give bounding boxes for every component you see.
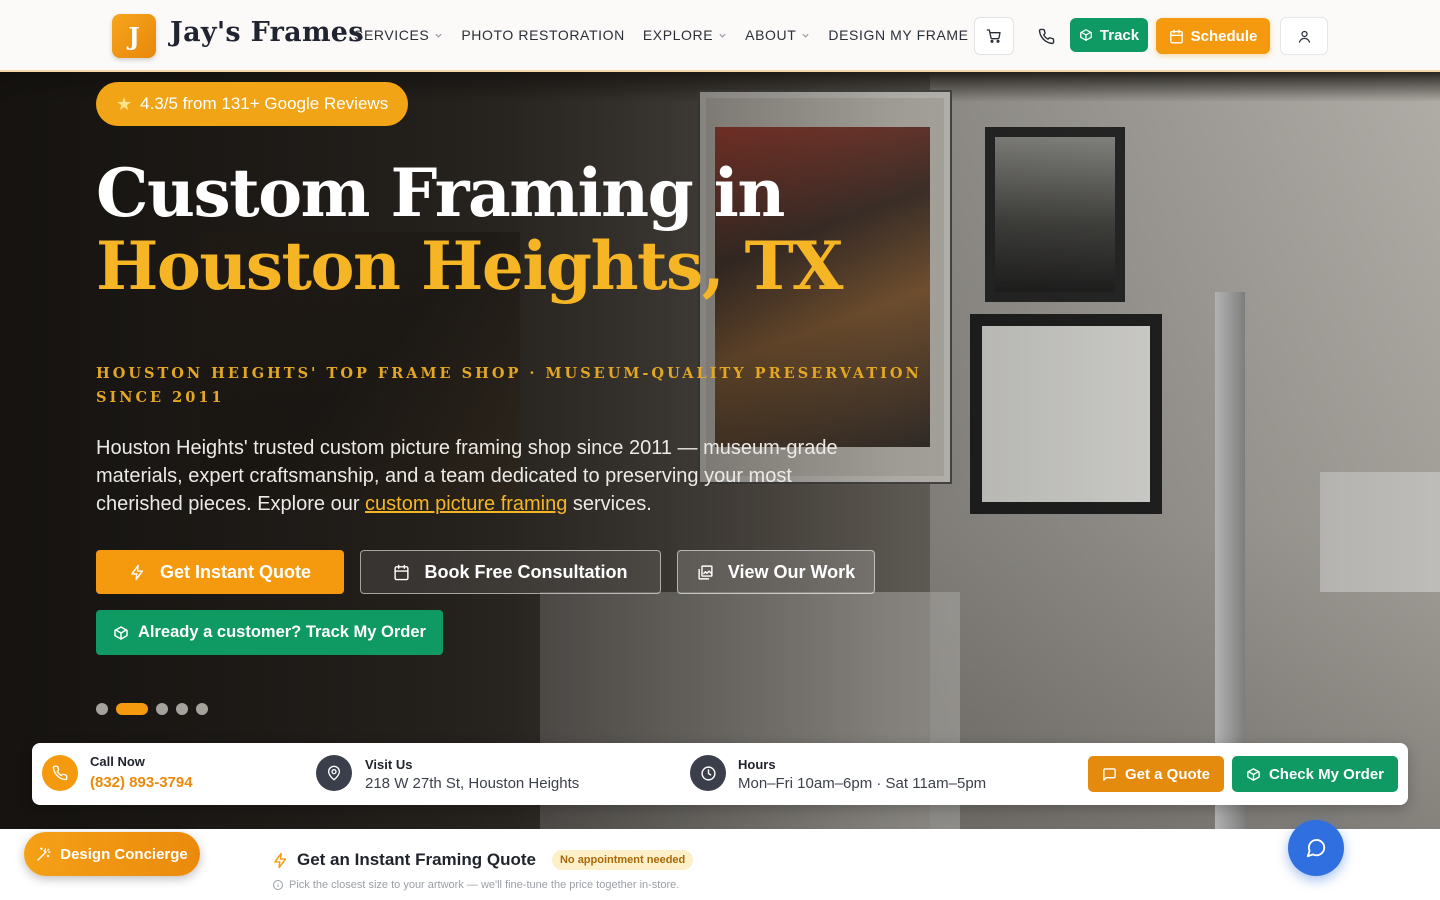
main-nav: SERVICES PHOTO RESTORATION EXPLORE ABOUT… xyxy=(354,27,983,43)
instant-quote-heading: Get an Instant Framing Quote No appointm… xyxy=(272,850,694,870)
nav-label: PHOTO RESTORATION xyxy=(461,27,625,43)
slide-dot-3[interactable] xyxy=(156,703,168,715)
calendar-icon xyxy=(1169,29,1183,43)
nav-item-design-my-frame[interactable]: DESIGN MY FRAME xyxy=(828,27,982,43)
hero-title: Custom Framing in Houston Heights, TX xyxy=(96,154,843,305)
hours-text: Mon–Fri 10am–6pm · Sat 11am–5pm xyxy=(738,775,987,792)
package-icon xyxy=(114,625,128,640)
hero-description: Houston Heights' trusted custom picture … xyxy=(96,434,866,518)
nav-label: ABOUT xyxy=(745,27,797,43)
hero-description-end: services. xyxy=(567,493,652,515)
slide-indicators xyxy=(96,703,208,715)
chat-button[interactable] xyxy=(1288,820,1344,876)
phone-icon xyxy=(52,765,68,781)
rating-text: 4.3/5 from 131+ Google Reviews xyxy=(140,94,389,113)
site-header: J Jay's Frames SERVICES PHOTO RESTORATIO… xyxy=(0,0,1440,72)
schedule-button[interactable]: Schedule xyxy=(1156,18,1270,54)
custom-framing-link[interactable]: custom picture framing xyxy=(365,493,567,515)
hours-title: Hours xyxy=(738,757,776,772)
chevron-down-icon xyxy=(802,33,810,38)
cart-button[interactable] xyxy=(974,17,1014,55)
slide-dot-5[interactable] xyxy=(196,703,208,715)
nav-label: SERVICES xyxy=(354,27,430,43)
track-label: Track xyxy=(1099,26,1140,44)
lightning-icon xyxy=(274,852,287,868)
call-title: Call Now xyxy=(90,754,145,769)
slide-dot-4[interactable] xyxy=(176,703,188,715)
nav-item-services[interactable]: SERVICES xyxy=(354,27,443,43)
no-appointment-badge: No appointment needed xyxy=(551,850,694,870)
hours-icon-badge xyxy=(690,755,726,791)
slide-dot-1[interactable] xyxy=(96,703,108,715)
instant-quote-hint-text: Pick the closest size to your artwork — … xyxy=(289,879,680,891)
map-pin-icon xyxy=(327,765,341,781)
google-rating-badge[interactable]: ★ 4.3/5 from 131+ Google Reviews xyxy=(96,82,409,126)
shopping-cart-icon xyxy=(986,29,1001,43)
nav-label: DESIGN MY FRAME xyxy=(828,27,969,43)
phone-number-link[interactable]: (832) 893-3794 xyxy=(90,774,193,791)
track-button[interactable]: Track xyxy=(1070,18,1148,52)
instant-quote-title: Get an Instant Framing Quote xyxy=(297,850,536,869)
gallery-icon xyxy=(698,564,713,580)
magic-wand-icon xyxy=(37,847,51,861)
nav-label: EXPLORE xyxy=(642,27,714,43)
design-concierge-button[interactable]: Design Concierge xyxy=(24,832,200,876)
get-instant-quote-button[interactable]: Get Instant Quote xyxy=(96,550,344,594)
get-quote-label: Get a Quote xyxy=(1124,765,1210,783)
get-a-quote-button[interactable]: Get a Quote xyxy=(1088,756,1224,792)
hero-section: ★ 4.3/5 from 131+ Google Reviews Custom … xyxy=(0,72,1440,829)
check-order-label: Check My Order xyxy=(1268,765,1385,783)
book-consultation-button[interactable]: Book Free Consultation xyxy=(360,550,661,594)
location-icon-badge xyxy=(316,755,352,791)
brand-name[interactable]: Jay's Frames xyxy=(170,17,364,48)
instant-quote-label: Get Instant Quote xyxy=(159,561,311,582)
account-button[interactable] xyxy=(1280,17,1328,55)
logo-mark[interactable]: J xyxy=(112,14,156,58)
package-icon xyxy=(1247,767,1260,781)
instant-quote-hint: Pick the closest size to your artwork — … xyxy=(272,879,679,891)
star-icon: ★ xyxy=(116,93,133,114)
nav-item-about[interactable]: ABOUT xyxy=(745,27,810,43)
nav-item-explore[interactable]: EXPLORE xyxy=(643,27,727,43)
chat-bubble-icon xyxy=(1306,839,1326,858)
clock-icon xyxy=(700,765,716,781)
message-square-icon xyxy=(1103,767,1116,781)
info-icon xyxy=(273,880,283,890)
address-text[interactable]: 218 W 27th St, Houston Heights xyxy=(365,775,579,792)
call-icon-badge[interactable] xyxy=(42,755,78,791)
nav-item-photo-restoration[interactable]: PHOTO RESTORATION xyxy=(461,27,624,43)
view-work-label: View Our Work xyxy=(727,561,856,582)
lightning-icon xyxy=(131,564,144,580)
visit-title: Visit Us xyxy=(365,757,413,772)
check-my-order-button[interactable]: Check My Order xyxy=(1232,756,1398,792)
track-my-order-button[interactable]: Already a customer? Track My Order xyxy=(96,610,443,655)
user-icon xyxy=(1298,30,1310,43)
view-our-work-button[interactable]: View Our Work xyxy=(677,550,875,594)
track-order-label: Already a customer? Track My Order xyxy=(138,623,426,641)
slide-dot-2[interactable] xyxy=(116,703,148,715)
phone-icon xyxy=(1038,28,1054,44)
hero-title-line1: Custom Framing in xyxy=(96,154,785,232)
phone-button[interactable] xyxy=(1026,17,1066,55)
package-icon xyxy=(1079,29,1092,41)
concierge-label: Design Concierge xyxy=(60,845,188,863)
schedule-label: Schedule xyxy=(1190,27,1258,45)
chevron-down-icon xyxy=(719,33,726,38)
contact-info-bar: Call Now (832) 893-3794 Visit Us 218 W 2… xyxy=(32,743,1408,805)
chevron-down-icon xyxy=(435,33,443,38)
calendar-icon xyxy=(394,564,410,580)
hero-title-line2: Houston Heights, TX xyxy=(96,227,843,305)
hero-tagline: HOUSTON HEIGHTS' TOP FRAME SHOP · MUSEUM… xyxy=(96,365,922,406)
consultation-label: Book Free Consultation xyxy=(424,561,628,582)
